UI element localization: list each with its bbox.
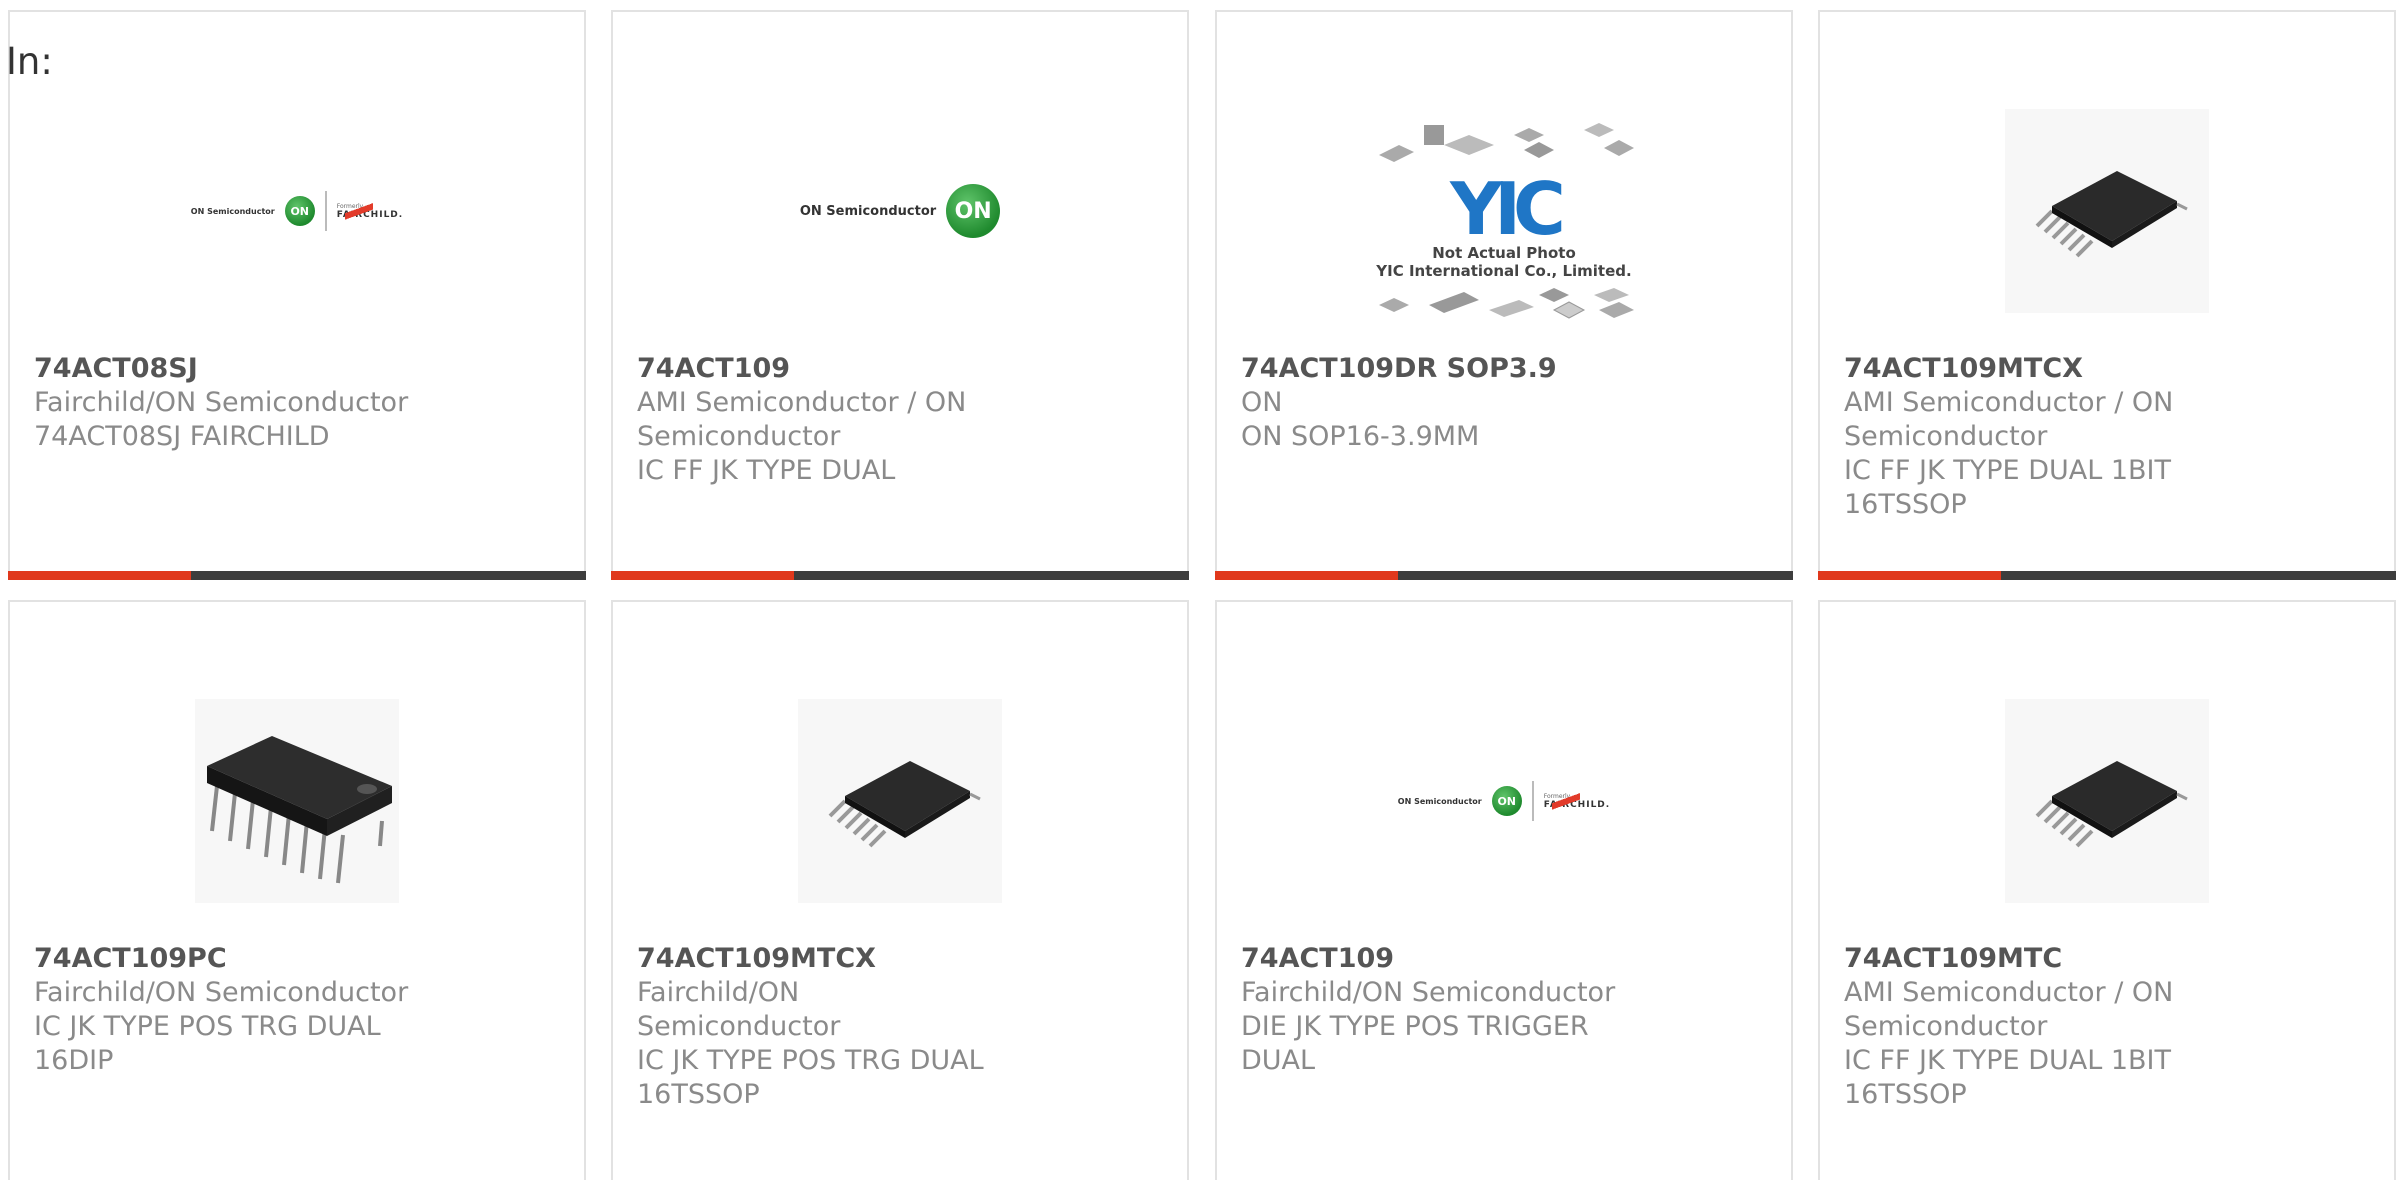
tssop-chip-photo bbox=[2005, 699, 2209, 903]
product-image: YIC Not Actual Photo YIC International C… bbox=[1217, 102, 1791, 352]
product-card[interactable]: 74ACT109MTCX Fairchild/ON Semiconductor … bbox=[611, 600, 1189, 1180]
product-grid: ON Semiconductor ON Formerly FAIRCHILD. … bbox=[8, 10, 2400, 1180]
product-description: IC FF JK TYPE DUAL bbox=[637, 455, 896, 486]
chip-icon bbox=[828, 761, 981, 848]
product-description: IC JK TYPE POS TRG DUAL 16TSSOP bbox=[637, 1045, 984, 1110]
product-manufacturer: ON bbox=[1241, 387, 1283, 418]
product-manufacturer: AMI Semiconductor / ON Semiconductor bbox=[1844, 977, 2174, 1042]
chip-icon bbox=[2035, 171, 2188, 258]
on-fairchild-logo: ON Semiconductor ON Formerly FAIRCHILD. bbox=[1398, 781, 1610, 821]
logo-text: ON Semiconductor bbox=[190, 206, 275, 216]
product-description: DIE JK TYPE POS TRIGGER DUAL bbox=[1241, 1011, 1589, 1076]
chip-packages-icon bbox=[1379, 288, 1634, 319]
product-manufacturer: Fairchild/ON Semiconductor bbox=[637, 977, 841, 1042]
product-card[interactable]: 74ACT109PC Fairchild/ON Semiconductor IC… bbox=[8, 600, 586, 1180]
product-description: ON SOP16-3.9MM bbox=[1241, 421, 1480, 452]
product-image bbox=[1820, 660, 2394, 942]
image-caption: Not Actual Photo bbox=[1432, 244, 1576, 262]
product-title[interactable]: 74ACT109MTC bbox=[1844, 942, 2204, 976]
product-description: IC JK TYPE POS TRG DUAL 16DIP bbox=[34, 1011, 381, 1076]
logo-divider bbox=[1531, 781, 1534, 821]
product-card[interactable]: YIC Not Actual Photo YIC International C… bbox=[1215, 10, 1793, 580]
product-title[interactable]: 74ACT109 bbox=[1241, 942, 1661, 976]
yic-logo: YIC bbox=[1450, 167, 1566, 251]
product-manufacturer: AMI Semiconductor / ON Semiconductor bbox=[1844, 387, 2174, 452]
on-badge-icon: ON bbox=[284, 196, 315, 226]
on-badge-icon: ON bbox=[1491, 786, 1522, 816]
product-card[interactable]: ON Semiconductor ON Formerly FAIRCHILD. … bbox=[8, 10, 586, 580]
product-image: ON Semiconductor ON Formerly FAIRCHILD. bbox=[1217, 660, 1791, 942]
logo-text: ON Semiconductor bbox=[1397, 796, 1482, 806]
product-title[interactable]: 74ACT109MTCX bbox=[1844, 352, 2204, 386]
chip-packages-icon bbox=[1379, 123, 1634, 162]
product-card[interactable]: 74ACT109MTCX AMI Semiconductor / ON Semi… bbox=[1818, 10, 2396, 580]
product-image bbox=[10, 660, 584, 942]
product-image: ON Semiconductor ON Formerly FAIRCHILD. bbox=[10, 70, 584, 352]
product-title[interactable]: 74ACT109DR SOP3.9 bbox=[1241, 352, 1661, 386]
product-manufacturer: Fairchild/ON Semiconductor bbox=[34, 977, 409, 1008]
tssop-chip-photo bbox=[798, 699, 1002, 903]
product-title[interactable]: 74ACT109MTCX bbox=[637, 942, 997, 976]
yic-placeholder: YIC Not Actual Photo YIC International C… bbox=[1369, 120, 1639, 334]
card-accent-bar bbox=[611, 571, 1189, 580]
product-description: 74ACT08SJ FAIRCHILD bbox=[34, 421, 330, 452]
product-title[interactable]: 74ACT109PC bbox=[34, 942, 454, 976]
product-image bbox=[1820, 70, 2394, 352]
product-card[interactable]: ON Semiconductor ON 74ACT109 AMI Semicon… bbox=[611, 10, 1189, 580]
on-fairchild-logo: ON Semiconductor ON Formerly FAIRCHILD. bbox=[191, 191, 403, 231]
fairchild-logo: Formerly FAIRCHILD. bbox=[1544, 791, 1610, 814]
product-manufacturer: Fairchild/ON Semiconductor bbox=[1241, 977, 1616, 1008]
product-card[interactable]: ON Semiconductor ON Formerly FAIRCHILD. … bbox=[1215, 600, 1793, 1180]
chip-icon bbox=[207, 736, 392, 884]
product-image bbox=[613, 660, 1187, 942]
on-semiconductor-logo: ON Semiconductor ON bbox=[799, 184, 1001, 238]
product-description: IC FF JK TYPE DUAL 1BIT 16TSSOP bbox=[1844, 455, 2172, 520]
logo-divider bbox=[324, 191, 327, 231]
dip-chip-photo bbox=[195, 699, 399, 903]
product-title[interactable]: 74ACT109 bbox=[637, 352, 997, 386]
card-accent-bar bbox=[8, 571, 586, 580]
tssop-chip-photo bbox=[2005, 109, 2209, 313]
search-prefix-label: In: bbox=[6, 40, 53, 83]
product-manufacturer: AMI Semiconductor / ON Semiconductor bbox=[637, 387, 967, 452]
product-title[interactable]: 74ACT08SJ bbox=[34, 352, 454, 386]
product-image: ON Semiconductor ON bbox=[613, 70, 1187, 352]
logo-text: ON Semiconductor bbox=[799, 203, 937, 219]
card-accent-bar bbox=[1818, 571, 2396, 580]
card-accent-bar bbox=[1215, 571, 1793, 580]
chip-icon bbox=[2035, 761, 2188, 848]
fairchild-logo: Formerly FAIRCHILD. bbox=[337, 201, 403, 224]
product-description: IC FF JK TYPE DUAL 1BIT 16TSSOP bbox=[1844, 1045, 2172, 1110]
image-caption: YIC International Co., Limited. bbox=[1376, 262, 1632, 280]
on-badge-icon: ON bbox=[946, 184, 1001, 238]
product-card[interactable]: 74ACT109MTC AMI Semiconductor / ON Semic… bbox=[1818, 600, 2396, 1180]
product-manufacturer: Fairchild/ON Semiconductor bbox=[34, 387, 409, 418]
